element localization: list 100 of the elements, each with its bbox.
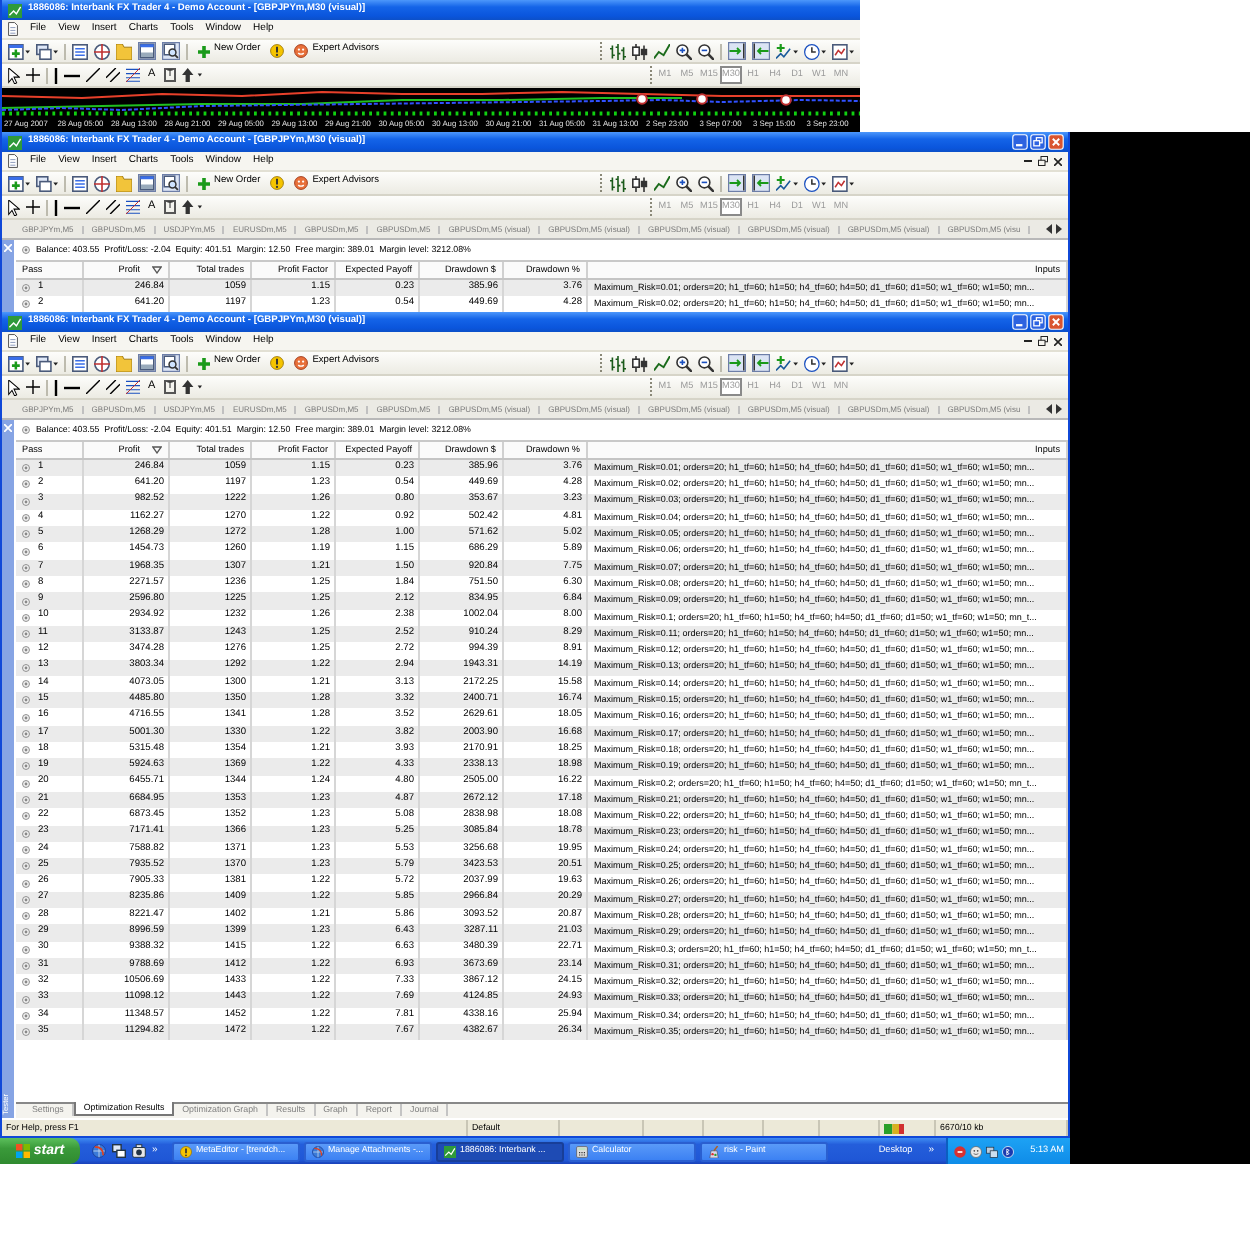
bar-chart-icon[interactable] [610, 175, 626, 191]
trend-line-icon[interactable] [86, 380, 100, 394]
vertical-line-icon[interactable] [54, 67, 58, 83]
bluetooth-icon[interactable] [1002, 1145, 1014, 1157]
panel-window-icon[interactable] [138, 42, 156, 60]
panel-window-icon[interactable] [138, 354, 156, 372]
windows-icon[interactable] [112, 1144, 126, 1158]
right-arrow-icon[interactable] [1056, 404, 1062, 414]
line-chart-icon[interactable] [654, 355, 670, 371]
crosshair-circle-icon[interactable] [94, 355, 110, 371]
window-chart-icon[interactable] [832, 43, 854, 59]
crosshair-circle-icon[interactable] [94, 175, 110, 191]
clock-icon[interactable] [804, 355, 826, 371]
bar-chart-icon[interactable] [610, 355, 626, 371]
vertical-line-icon[interactable] [54, 199, 58, 215]
minimize-icon[interactable] [1024, 339, 1032, 343]
windows-icon[interactable] [986, 1145, 998, 1157]
level-lines-icon[interactable] [126, 200, 140, 214]
cursor-icon[interactable] [8, 199, 20, 215]
zoom-out-icon[interactable] [698, 175, 714, 191]
window-chart-icon[interactable] [832, 355, 854, 371]
windows-icon[interactable] [36, 43, 58, 59]
zoom-in-icon[interactable] [676, 175, 692, 191]
crosshair-circle-icon[interactable] [94, 43, 110, 59]
smiley-icon [294, 176, 309, 190]
smiley-icon[interactable] [970, 1145, 982, 1157]
arrow-to-bar-icon[interactable] [728, 354, 746, 372]
zoom-in-icon[interactable] [676, 43, 692, 59]
arrow-up-icon[interactable] [182, 380, 203, 394]
crosshair-icon[interactable] [26, 68, 40, 82]
minus-circle-icon[interactable] [954, 1145, 966, 1157]
arrow-up-icon[interactable] [182, 200, 203, 214]
window-chart-icon[interactable] [832, 175, 854, 191]
windows-icon[interactable] [36, 355, 58, 371]
magnifier-window-icon[interactable] [162, 42, 180, 60]
crosshair-icon[interactable] [26, 380, 40, 394]
zoom-out-icon[interactable] [698, 355, 714, 371]
horizontal-line-icon[interactable] [64, 73, 80, 77]
arrow-from-bar-icon[interactable] [752, 354, 770, 372]
bar-chart-icon[interactable] [610, 43, 626, 59]
panel-window-icon[interactable] [138, 174, 156, 192]
channel-lines-icon[interactable] [106, 200, 120, 214]
dot-icon [22, 779, 30, 788]
plus-window-icon[interactable] [8, 175, 30, 191]
exclamation-icon[interactable] [270, 44, 285, 58]
line-chart-icon[interactable] [654, 43, 670, 59]
list-window-icon[interactable] [72, 175, 88, 191]
globe-icon[interactable] [92, 1144, 106, 1158]
exclamation-icon[interactable] [270, 176, 285, 190]
dot-icon [22, 563, 30, 572]
dot-icon [22, 464, 30, 473]
document-icon[interactable] [8, 22, 18, 36]
close-icon[interactable] [1054, 157, 1062, 165]
windows-icon[interactable] [36, 175, 58, 191]
restore-icon[interactable] [1038, 156, 1048, 166]
exclamation-icon[interactable] [270, 356, 285, 370]
trend-line-icon[interactable] [86, 68, 100, 82]
clock-icon[interactable] [804, 175, 826, 191]
candlestick-icon[interactable] [632, 355, 648, 371]
plus-chart-icon[interactable] [776, 43, 798, 59]
line-chart-icon[interactable] [654, 175, 670, 191]
arrow-from-bar-icon[interactable] [752, 42, 770, 60]
arrow-from-bar-icon[interactable] [752, 174, 770, 192]
plus-window-icon[interactable] [8, 355, 30, 371]
right-arrow-icon[interactable] [1056, 224, 1062, 234]
list-window-icon[interactable] [72, 355, 88, 371]
clock-icon[interactable] [804, 43, 826, 59]
level-lines-icon[interactable] [126, 380, 140, 394]
horizontal-line-icon[interactable] [64, 385, 80, 389]
left-arrow-icon[interactable] [1046, 224, 1052, 234]
channel-lines-icon[interactable] [106, 380, 120, 394]
zoom-in-icon[interactable] [676, 355, 692, 371]
magnifier-window-icon[interactable] [162, 354, 180, 372]
vertical-line-icon[interactable] [54, 379, 58, 395]
camera-icon[interactable] [132, 1144, 146, 1158]
cursor-icon[interactable] [8, 379, 20, 395]
arrow-to-bar-icon[interactable] [728, 42, 746, 60]
dot-icon [22, 962, 30, 971]
magnifier-window-icon[interactable] [162, 174, 180, 192]
arrow-up-icon[interactable] [182, 68, 203, 82]
plus-chart-icon[interactable] [776, 355, 798, 371]
crosshair-icon[interactable] [26, 200, 40, 214]
restore-icon[interactable] [1038, 336, 1048, 346]
candlestick-icon[interactable] [632, 175, 648, 191]
minimize-icon[interactable] [1024, 159, 1032, 163]
candlestick-icon[interactable] [632, 43, 648, 59]
left-arrow-icon[interactable] [1046, 404, 1052, 414]
trend-line-icon[interactable] [86, 200, 100, 214]
close-icon[interactable] [1054, 337, 1062, 345]
zoom-out-icon[interactable] [698, 43, 714, 59]
list-window-icon[interactable] [72, 43, 88, 59]
plus-window-icon[interactable] [8, 43, 30, 59]
cursor-icon[interactable] [8, 67, 20, 83]
document-icon[interactable] [8, 154, 18, 168]
horizontal-line-icon[interactable] [64, 205, 80, 209]
level-lines-icon[interactable] [126, 68, 140, 82]
document-icon[interactable] [8, 334, 18, 348]
arrow-to-bar-icon[interactable] [728, 174, 746, 192]
channel-lines-icon[interactable] [106, 68, 120, 82]
plus-chart-icon[interactable] [776, 175, 798, 191]
